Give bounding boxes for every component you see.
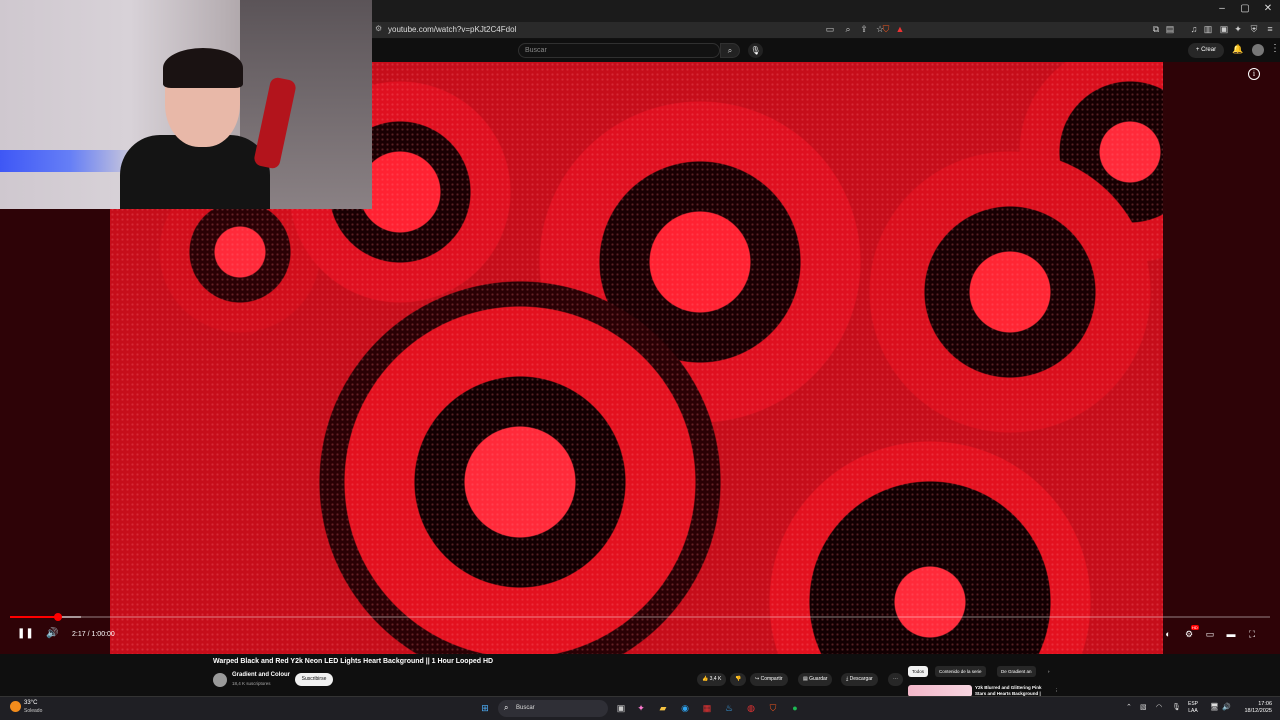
like-button[interactable]: 👍 3,4 K bbox=[697, 673, 727, 686]
taskbar-search[interactable]: ⌕ Buscar bbox=[498, 700, 608, 717]
download-button[interactable]: ⤓ Descargar bbox=[841, 673, 878, 686]
clock-date: 18/12/2025 bbox=[1244, 708, 1272, 714]
autoplay-toggle[interactable]: ◐ bbox=[1161, 629, 1175, 639]
zoom-icon[interactable]: ⌕ bbox=[842, 24, 854, 35]
hd-badge: HD bbox=[1191, 625, 1199, 630]
lang-line2: LAA bbox=[1188, 708, 1198, 714]
tray-mic-icon[interactable]: 🎙 bbox=[1172, 703, 1181, 711]
download-label: Descargar bbox=[849, 676, 873, 682]
save-button[interactable]: ▤ Guardar bbox=[798, 673, 833, 686]
weather-sun-icon[interactable] bbox=[10, 701, 21, 712]
weather-temp[interactable]: 33°C bbox=[24, 700, 37, 706]
chip-all[interactable]: Todos bbox=[908, 666, 929, 677]
video-details: Warped Black and Red Y2k Neon LED Lights… bbox=[0, 654, 1280, 697]
media-icon[interactable]: ♫ bbox=[1188, 24, 1200, 34]
brave-browser-icon[interactable]: ⛉ bbox=[766, 701, 780, 715]
reader-icon[interactable]: ▤ bbox=[1164, 24, 1176, 35]
close-window-button[interactable]: ✕ bbox=[1260, 3, 1276, 14]
address-bar[interactable]: ⚙ youtube.com/watch?v=pKJt2C4Fdol ▭ ⌕ ⇪ … bbox=[372, 22, 1280, 39]
share-page-icon[interactable]: ⇪ bbox=[858, 24, 870, 35]
edge-icon[interactable]: ◉ bbox=[678, 701, 692, 715]
video-title: Warped Black and Red Y2k Neon LED Lights… bbox=[213, 658, 494, 665]
pause-button[interactable]: ❚❚ bbox=[17, 628, 34, 639]
tray-wifi-icon[interactable]: ◠ bbox=[1156, 703, 1162, 711]
tray-volume-icon[interactable]: 🔊 bbox=[1222, 703, 1231, 711]
dislike-button[interactable]: 👎 bbox=[730, 673, 747, 686]
wallet-icon[interactable]: ▣ bbox=[1218, 24, 1230, 35]
like-count: 3,4 K bbox=[709, 676, 722, 682]
search-placeholder: Buscar bbox=[525, 47, 547, 54]
brave-shield-icon[interactable]: ⛉ bbox=[880, 24, 892, 35]
voice-search-button[interactable]: 🎙 bbox=[748, 43, 763, 58]
spotify-icon[interactable]: ● bbox=[788, 701, 802, 715]
minimize-button[interactable]: – bbox=[1214, 3, 1230, 14]
channel-avatar[interactable] bbox=[213, 673, 227, 687]
miniplayer-icon[interactable]: ▭ bbox=[1203, 629, 1217, 640]
taskbar-clock[interactable]: 17:06 18/12/2025 bbox=[1238, 701, 1272, 715]
played-bar bbox=[10, 616, 58, 618]
youtube-header: Buscar ⌕ 🎙 + Crear 🔔 ⋮ bbox=[372, 40, 1280, 62]
url-text[interactable]: youtube.com/watch?v=pKJt2C4Fdol bbox=[388, 25, 516, 34]
thumbs-down-icon: 👎 bbox=[735, 676, 742, 682]
screen: – ▢ ✕ ⚙ youtube.com/watch?v=pKJt2C4Fdol … bbox=[0, 0, 1280, 720]
tray-network-icon[interactable]: 🖥 bbox=[1210, 703, 1219, 711]
maximize-button[interactable]: ▢ bbox=[1237, 3, 1253, 14]
recommendation-more-icon[interactable]: ⋮ bbox=[1050, 685, 1063, 696]
vpn-icon[interactable]: ⛨ bbox=[1248, 24, 1260, 35]
subscriber-count: 18,4 K suscriptores bbox=[232, 681, 271, 686]
menu-icon[interactable]: ≡ bbox=[1264, 24, 1276, 34]
webcam-overlay bbox=[0, 0, 372, 209]
account-avatar[interactable] bbox=[1252, 44, 1264, 56]
search-input[interactable]: Buscar bbox=[518, 43, 720, 58]
fullscreen-icon[interactable]: ⛶ bbox=[1245, 629, 1259, 640]
task-view-icon[interactable]: ▣ bbox=[614, 701, 628, 715]
taskbar-search-icon: ⌕ bbox=[504, 703, 509, 712]
search-icon: ⌕ bbox=[727, 46, 733, 55]
site-settings-icon[interactable]: ⚙ bbox=[375, 24, 382, 33]
chips-next-icon[interactable]: › bbox=[1044, 666, 1054, 677]
save-label: Guardar bbox=[809, 676, 828, 682]
search-button[interactable]: ⌕ bbox=[720, 43, 740, 58]
steam-icon[interactable]: ♨ bbox=[722, 701, 736, 715]
clock-time: 17:06 bbox=[1258, 701, 1272, 707]
video-info-icon[interactable]: i bbox=[1248, 68, 1260, 80]
chip-channel[interactable]: De Gradient an bbox=[997, 666, 1036, 677]
start-windows-icon[interactable]: ⊞ bbox=[478, 701, 492, 715]
language-indicator[interactable]: ESP LAA bbox=[1188, 701, 1198, 715]
chip-series[interactable]: Contenido de la serie bbox=[935, 666, 986, 677]
scrubber-knob[interactable] bbox=[54, 613, 62, 621]
tray-app-icon[interactable]: ▧ bbox=[1140, 703, 1147, 711]
weather-desc[interactable]: Soleado bbox=[24, 708, 42, 714]
webcam-led-strip bbox=[0, 150, 140, 172]
taskbar: 33°C Soleado ⊞ ⌕ Buscar ▣ ✦ ▰ ◉ ▦ ♨ ◍ ⛉ … bbox=[0, 696, 1280, 720]
mic-icon: 🎙 bbox=[750, 46, 761, 55]
cast-icon[interactable]: ▭ bbox=[824, 24, 836, 35]
file-explorer-icon[interactable]: ▰ bbox=[656, 701, 670, 715]
calendar-app-icon[interactable]: ▦ bbox=[700, 701, 714, 715]
extensions-icon[interactable]: ⧉ bbox=[1150, 24, 1162, 35]
sidebar-icon[interactable]: ▥ bbox=[1202, 24, 1214, 35]
share-label: Compartir bbox=[760, 676, 783, 682]
webcam-person-hair bbox=[163, 48, 243, 88]
volume-icon[interactable]: 🔊 bbox=[46, 628, 58, 639]
brave-rewards-icon[interactable]: ▲ bbox=[894, 24, 906, 34]
more-actions-button[interactable]: ⋯ bbox=[888, 673, 903, 686]
settings-gear-icon[interactable]: ⚙ bbox=[1182, 629, 1196, 640]
channel-name[interactable]: Gradient and Colour bbox=[232, 672, 290, 678]
app-red-circle-icon[interactable]: ◍ bbox=[744, 701, 758, 715]
create-button[interactable]: + Crear bbox=[1188, 43, 1224, 58]
tray-chevron-icon[interactable]: ⌃ bbox=[1126, 703, 1132, 711]
notifications-bell-icon[interactable]: 🔔 bbox=[1232, 44, 1243, 55]
leo-icon[interactable]: ✦ bbox=[1232, 24, 1244, 35]
theater-mode-icon[interactable]: ▬ bbox=[1224, 629, 1238, 639]
more-menu-icon[interactable]: ⋮ bbox=[1270, 43, 1280, 54]
taskbar-search-placeholder: Buscar bbox=[516, 705, 535, 711]
subscribe-button[interactable]: Suscribirse bbox=[295, 673, 333, 686]
share-button[interactable]: ↪ Compartir bbox=[750, 673, 788, 686]
copilot-icon[interactable]: ✦ bbox=[634, 701, 648, 715]
create-label: Crear bbox=[1201, 47, 1217, 53]
lang-line1: ESP bbox=[1188, 701, 1199, 707]
time-display: 2:17 / 1:00:00 bbox=[72, 631, 115, 638]
progress-bar[interactable] bbox=[10, 613, 1270, 621]
